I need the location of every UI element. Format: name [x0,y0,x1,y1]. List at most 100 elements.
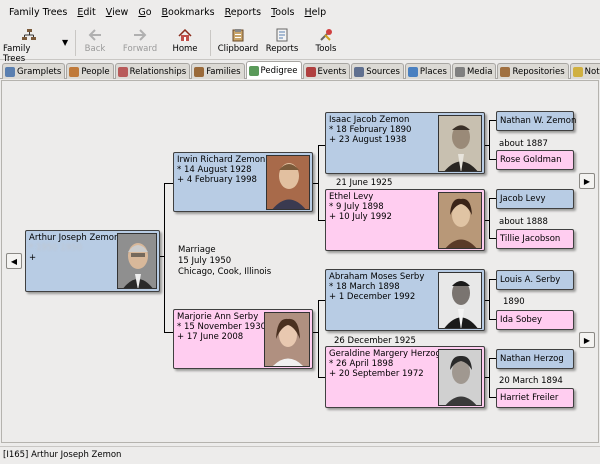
person-box-great-grandparent[interactable]: Rose Goldman [496,150,574,170]
back-label: Back [84,44,106,54]
tree-line [489,198,496,199]
person-photo [438,115,482,172]
navigate-to-parents-button[interactable]: ▶ [579,332,595,348]
tree-line [489,120,496,121]
pedigree-canvas[interactable]: Arthur Joseph Zemon * 1950 1950 + Irwin … [1,80,599,443]
person-name: Louis A. Serby [500,275,561,285]
forward-button[interactable]: Forward [120,28,160,58]
tab-sources[interactable]: Sources [351,63,404,79]
status-text: [I165] Arthur Joseph Zemon [3,450,122,460]
tab-places[interactable]: Places [404,63,451,79]
tree-line [489,358,490,398]
tab-families[interactable]: Families [191,63,245,79]
home-icon [177,28,193,42]
person-name: Rose Goldman [500,155,562,165]
tools-label: Tools [315,44,337,54]
person-box-root[interactable]: Arthur Joseph Zemon * 1950 1950 + [25,230,160,292]
tab-label: People [81,66,110,77]
person-box-great-grandparent[interactable]: Nathan Herzog [496,349,574,369]
person-box-great-grandparent[interactable]: Louis A. Serby [496,270,574,290]
person-photo [438,192,482,249]
tab-label: Families [206,66,241,77]
tree-line [489,397,496,398]
navigate-to-parents-button[interactable]: ▶ [579,173,595,189]
clipboard-label: Clipboard [217,44,259,54]
marriage-date: about 1888 [499,217,548,227]
clipboard-button[interactable]: Clipboard [216,28,260,58]
navigate-to-child-button[interactable]: ◀ [6,253,22,269]
tab-relationships[interactable]: Relationships [114,63,191,79]
family-trees-button[interactable]: Family Trees [3,28,55,64]
person-photo [264,312,310,367]
reports-icon [274,28,290,42]
forward-label: Forward [122,44,158,54]
tab-label: Sources [366,66,400,77]
menu-tools[interactable]: Tools [266,0,299,26]
tab-pedigree[interactable]: Pedigree [245,61,302,79]
person-box-great-grandparent[interactable]: Tillie Jacobson [496,229,574,249]
tree-line [489,279,496,280]
person-photo [438,272,482,329]
person-name: Ida Sobey [500,315,543,325]
menu-bar: Family Trees Edit View Go Bookmarks Repo… [0,0,600,26]
arrow-right-icon: ▶ [583,176,591,186]
person-box-great-grandparent[interactable]: Jacob Levy [496,189,574,209]
person-photo [438,349,482,406]
marriage-place: Chicago, Cook, Illinois [178,267,272,277]
menu-edit[interactable]: Edit [72,0,100,26]
person-box-maternal-grandmother[interactable]: Geraldine Margery Herzog * 26 April 1898… [325,346,485,408]
marriage-date: 15 July 1950 [178,256,232,266]
menu-view[interactable]: View [101,0,134,26]
toolbar-separator [75,30,76,56]
person-photo [117,233,157,289]
tab-events[interactable]: Events [302,63,351,79]
tree-line [489,198,490,239]
person-name: Harriet Freiler [500,393,559,403]
marriage-date: 21 June 1925 [336,178,393,188]
person-box-great-grandparent[interactable]: Harriet Freiler [496,388,574,408]
family-trees-dropdown-arrow-icon[interactable]: ▼ [62,38,68,47]
tab-label: Pedigree [260,65,298,76]
menu-family-trees[interactable]: Family Trees [4,0,72,26]
events-icon [305,66,316,77]
marriage-date: 20 March 1894 [499,376,563,386]
menu-go[interactable]: Go [133,0,156,26]
tab-gramplets[interactable]: Gramplets [2,63,66,79]
gramplets-icon [5,66,15,77]
tools-button[interactable]: Tools [310,28,342,58]
tree-line [489,358,496,359]
marriage-date: 1890 [503,297,525,307]
person-box-great-grandparent[interactable]: Nathan W. Zemon [496,111,576,131]
person-box-paternal-grandfather[interactable]: Isaac Jacob Zemon * 18 February 1890 + 2… [325,112,485,174]
person-box-maternal-grandfather[interactable]: Abraham Moses Serby * 18 March 1898 + 1 … [325,269,485,331]
tab-label: Gramplets [17,66,62,77]
reports-button[interactable]: Reports [264,28,300,58]
person-name: Jacob Levy [500,194,546,204]
tab-repositories[interactable]: Repositories [497,63,569,79]
tab-notes[interactable]: Notes [569,63,600,79]
repositories-icon [500,66,511,77]
tab-media[interactable]: Media [451,63,497,79]
person-box-father[interactable]: Irwin Richard Zemon * 14 August 1928 + 4… [173,152,313,212]
tree-line [489,279,490,320]
sources-icon [354,66,365,77]
pedigree-icon [248,65,259,76]
home-button[interactable]: Home [170,28,200,58]
menu-bookmarks[interactable]: Bookmarks [157,0,220,26]
person-box-mother[interactable]: Marjorie Ann Serby * 15 November 1930 + … [173,309,313,369]
relationships-icon [117,66,128,77]
tab-people[interactable]: People [66,63,114,79]
person-name: Tillie Jacobson [500,234,561,244]
tab-label: Relationships [129,66,187,77]
menu-reports[interactable]: Reports [220,0,266,26]
family-tree-icon [21,28,37,42]
status-bar: [I165] Arthur Joseph Zemon [0,446,600,464]
menu-help[interactable]: Help [300,0,332,26]
back-button[interactable]: Back [80,28,110,58]
tree-line [164,183,165,333]
tree-line [318,300,319,378]
tab-label: Media [466,66,493,77]
tree-line [489,319,496,320]
person-box-paternal-grandmother[interactable]: Ethel Levy * 9 July 1898 + 10 July 1992 [325,189,485,251]
person-box-great-grandparent[interactable]: Ida Sobey [496,310,574,330]
